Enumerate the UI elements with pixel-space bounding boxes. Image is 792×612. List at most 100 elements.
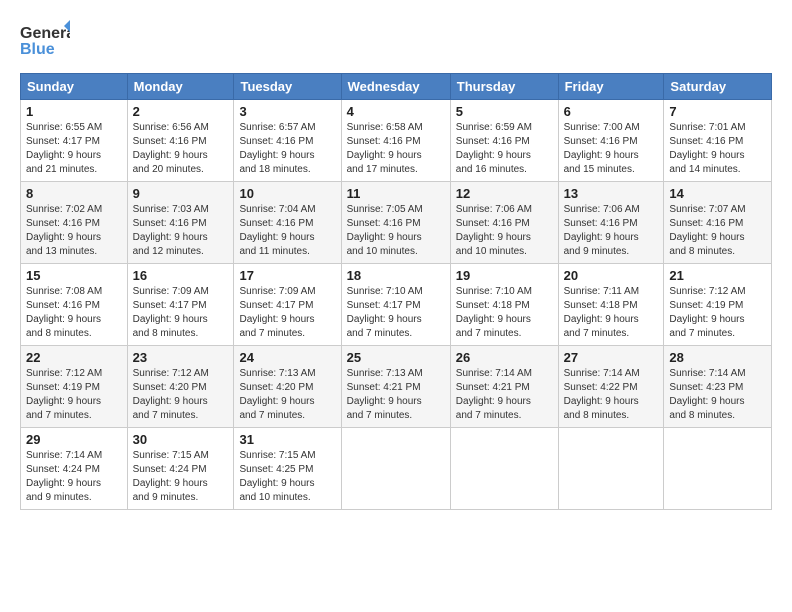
day-info: Sunrise: 7:10 AM Sunset: 4:18 PM Dayligh… <box>456 285 553 341</box>
day-number: 23 <box>133 350 229 365</box>
day-number: 5 <box>456 104 553 119</box>
calendar-cell: 9Sunrise: 7:03 AM Sunset: 4:16 PM Daylig… <box>127 182 234 264</box>
day-info: Sunrise: 7:08 AM Sunset: 4:16 PM Dayligh… <box>26 285 122 341</box>
calendar-cell: 1 Sunrise: 6:55 AM Sunset: 4:17 PM Daylig… <box>21 100 128 182</box>
day-number: 8 <box>26 186 122 201</box>
day-info: Sunrise: 7:14 AM Sunset: 4:23 PM Dayligh… <box>669 367 766 423</box>
day-number: 26 <box>456 350 553 365</box>
logo: General Blue <box>20 18 70 63</box>
calendar-cell: 28 Sunrise: 7:14 AM Sunset: 4:23 PM Dayli… <box>664 346 772 428</box>
day-number: 28 <box>669 350 766 365</box>
calendar-cell: 22 Sunrise: 7:12 AM Sunset: 4:19 PM Dayli… <box>21 346 128 428</box>
day-number: 3 <box>239 104 335 119</box>
day-number: 12 <box>456 186 553 201</box>
day-info: Sunrise: 7:05 AM Sunset: 4:16 PM Dayligh… <box>347 203 445 259</box>
weekday-header-friday: Friday <box>558 74 664 100</box>
weekday-header-sunday: Sunday <box>21 74 128 100</box>
calendar-cell: 21 Sunrise: 7:12 AM Sunset: 4:19 PM Dayli… <box>664 264 772 346</box>
day-info: Sunrise: 7:14 AM Sunset: 4:21 PM Dayligh… <box>456 367 553 423</box>
day-number: 25 <box>347 350 445 365</box>
day-info: Sunrise: 7:15 AM Sunset: 4:25 PM Dayligh… <box>239 449 335 505</box>
calendar-cell: 13Sunrise: 7:06 AM Sunset: 4:16 PM Dayli… <box>558 182 664 264</box>
calendar-cell: 8 Sunrise: 7:02 AM Sunset: 4:16 PM Daylig… <box>21 182 128 264</box>
day-number: 14 <box>669 186 766 201</box>
day-info: Sunrise: 7:14 AM Sunset: 4:24 PM Dayligh… <box>26 449 122 505</box>
calendar-cell: 11Sunrise: 7:05 AM Sunset: 4:16 PM Dayli… <box>341 182 450 264</box>
calendar-cell: 6 Sunrise: 7:00 AM Sunset: 4:16 PM Daylig… <box>558 100 664 182</box>
day-number: 6 <box>564 104 659 119</box>
day-info: Sunrise: 6:57 AM Sunset: 4:16 PM Dayligh… <box>239 121 335 177</box>
day-info: Sunrise: 7:12 AM Sunset: 4:19 PM Dayligh… <box>26 367 122 423</box>
day-number: 20 <box>564 268 659 283</box>
day-number: 21 <box>669 268 766 283</box>
calendar-page: General Blue SundayMondayTuesdayWednesda… <box>0 0 792 612</box>
day-info: Sunrise: 7:09 AM Sunset: 4:17 PM Dayligh… <box>239 285 335 341</box>
day-info: Sunrise: 7:14 AM Sunset: 4:22 PM Dayligh… <box>564 367 659 423</box>
weekday-header-saturday: Saturday <box>664 74 772 100</box>
day-info: Sunrise: 7:10 AM Sunset: 4:17 PM Dayligh… <box>347 285 445 341</box>
calendar-week-row: 22 Sunrise: 7:12 AM Sunset: 4:19 PM Dayli… <box>21 346 772 428</box>
day-info: Sunrise: 7:13 AM Sunset: 4:21 PM Dayligh… <box>347 367 445 423</box>
svg-text:General: General <box>20 25 70 42</box>
calendar-week-row: 8 Sunrise: 7:02 AM Sunset: 4:16 PM Daylig… <box>21 182 772 264</box>
day-info: Sunrise: 6:58 AM Sunset: 4:16 PM Dayligh… <box>347 121 445 177</box>
day-number: 15 <box>26 268 122 283</box>
calendar-cell: 20 Sunrise: 7:11 AM Sunset: 4:18 PM Dayli… <box>558 264 664 346</box>
calendar-cell <box>450 428 558 510</box>
day-number: 7 <box>669 104 766 119</box>
logo-icon: General Blue <box>20 18 70 63</box>
day-number: 24 <box>239 350 335 365</box>
day-info: Sunrise: 7:03 AM Sunset: 4:16 PM Dayligh… <box>133 203 229 259</box>
calendar-cell <box>558 428 664 510</box>
day-number: 19 <box>456 268 553 283</box>
day-number: 31 <box>239 432 335 447</box>
calendar-cell <box>341 428 450 510</box>
calendar-week-row: 15 Sunrise: 7:08 AM Sunset: 4:16 PM Dayli… <box>21 264 772 346</box>
day-info: Sunrise: 7:13 AM Sunset: 4:20 PM Dayligh… <box>239 367 335 423</box>
svg-text:Blue: Blue <box>20 41 55 58</box>
calendar-cell: 31 Sunrise: 7:15 AM Sunset: 4:25 PM Dayli… <box>234 428 341 510</box>
calendar-cell: 30 Sunrise: 7:15 AM Sunset: 4:24 PM Dayli… <box>127 428 234 510</box>
calendar-cell: 24 Sunrise: 7:13 AM Sunset: 4:20 PM Dayli… <box>234 346 341 428</box>
day-number: 29 <box>26 432 122 447</box>
calendar-cell: 4 Sunrise: 6:58 AM Sunset: 4:16 PM Daylig… <box>341 100 450 182</box>
calendar-cell: 17 Sunrise: 7:09 AM Sunset: 4:17 PM Dayli… <box>234 264 341 346</box>
day-info: Sunrise: 6:56 AM Sunset: 4:16 PM Dayligh… <box>133 121 229 177</box>
day-info: Sunrise: 7:04 AM Sunset: 4:16 PM Dayligh… <box>239 203 335 259</box>
calendar-cell: 5 Sunrise: 6:59 AM Sunset: 4:16 PM Daylig… <box>450 100 558 182</box>
day-info: Sunrise: 7:15 AM Sunset: 4:24 PM Dayligh… <box>133 449 229 505</box>
day-number: 17 <box>239 268 335 283</box>
calendar-table: SundayMondayTuesdayWednesdayThursdayFrid… <box>20 73 772 510</box>
weekday-header-monday: Monday <box>127 74 234 100</box>
calendar-cell: 14Sunrise: 7:07 AM Sunset: 4:16 PM Dayli… <box>664 182 772 264</box>
calendar-week-row: 29 Sunrise: 7:14 AM Sunset: 4:24 PM Dayli… <box>21 428 772 510</box>
day-number: 18 <box>347 268 445 283</box>
day-info: Sunrise: 7:11 AM Sunset: 4:18 PM Dayligh… <box>564 285 659 341</box>
day-number: 22 <box>26 350 122 365</box>
day-number: 27 <box>564 350 659 365</box>
day-info: Sunrise: 7:02 AM Sunset: 4:16 PM Dayligh… <box>26 203 122 259</box>
day-number: 16 <box>133 268 229 283</box>
weekday-header-thursday: Thursday <box>450 74 558 100</box>
day-info: Sunrise: 7:01 AM Sunset: 4:16 PM Dayligh… <box>669 121 766 177</box>
day-info: Sunrise: 7:12 AM Sunset: 4:20 PM Dayligh… <box>133 367 229 423</box>
weekday-header-tuesday: Tuesday <box>234 74 341 100</box>
day-info: Sunrise: 7:09 AM Sunset: 4:17 PM Dayligh… <box>133 285 229 341</box>
calendar-cell: 27 Sunrise: 7:14 AM Sunset: 4:22 PM Dayli… <box>558 346 664 428</box>
calendar-cell <box>664 428 772 510</box>
calendar-cell: 29 Sunrise: 7:14 AM Sunset: 4:24 PM Dayli… <box>21 428 128 510</box>
calendar-cell: 7 Sunrise: 7:01 AM Sunset: 4:16 PM Daylig… <box>664 100 772 182</box>
calendar-week-row: 1 Sunrise: 6:55 AM Sunset: 4:17 PM Daylig… <box>21 100 772 182</box>
day-info: Sunrise: 7:12 AM Sunset: 4:19 PM Dayligh… <box>669 285 766 341</box>
day-number: 1 <box>26 104 122 119</box>
calendar-cell: 3 Sunrise: 6:57 AM Sunset: 4:16 PM Daylig… <box>234 100 341 182</box>
day-info: Sunrise: 6:59 AM Sunset: 4:16 PM Dayligh… <box>456 121 553 177</box>
day-number: 30 <box>133 432 229 447</box>
day-info: Sunrise: 7:00 AM Sunset: 4:16 PM Dayligh… <box>564 121 659 177</box>
calendar-cell: 12Sunrise: 7:06 AM Sunset: 4:16 PM Dayli… <box>450 182 558 264</box>
day-number: 4 <box>347 104 445 119</box>
day-info: Sunrise: 6:55 AM Sunset: 4:17 PM Dayligh… <box>26 121 122 177</box>
day-number: 2 <box>133 104 229 119</box>
calendar-cell: 16 Sunrise: 7:09 AM Sunset: 4:17 PM Dayli… <box>127 264 234 346</box>
weekday-header-wednesday: Wednesday <box>341 74 450 100</box>
